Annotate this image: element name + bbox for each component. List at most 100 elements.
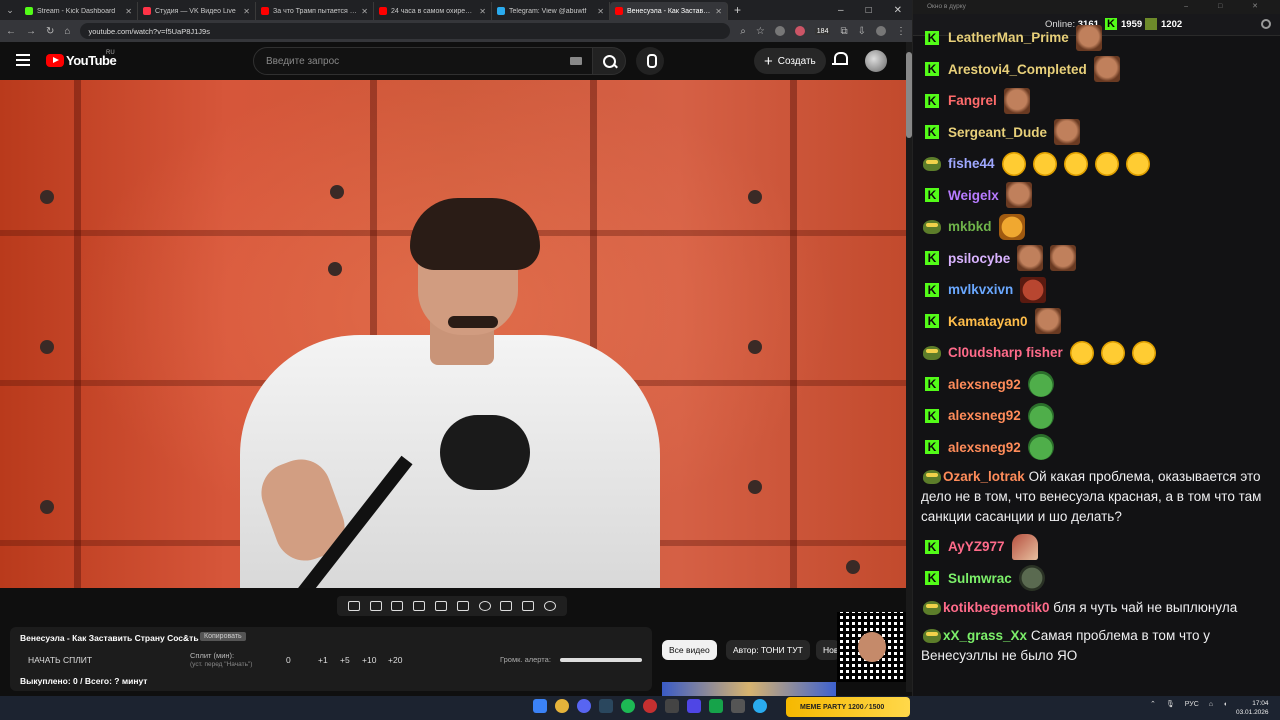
- youtube-logo-icon[interactable]: [46, 54, 64, 67]
- chat-message[interactable]: Ozark_lotrak Ой какая проблема, оказывае…: [921, 463, 1273, 531]
- chat-message[interactable]: K AyYZ977: [921, 531, 1273, 563]
- chat-username[interactable]: xX_grass_Xx: [943, 628, 1027, 643]
- close-window-icon[interactable]: ✕: [894, 5, 902, 16]
- tab-close-icon[interactable]: ✕: [243, 7, 250, 16]
- split-value[interactable]: 0: [286, 655, 291, 665]
- browser-tab[interactable]: 24 часа в самом охиревшем ... ✕: [374, 2, 492, 20]
- browser-tab[interactable]: Stream - Kick Dashboard ✕: [20, 2, 138, 20]
- chat-username[interactable]: kotikbegemotik0: [943, 600, 1050, 615]
- chevron-up-icon[interactable]: ⌃: [1150, 700, 1156, 708]
- tab-close-icon[interactable]: ✕: [479, 7, 486, 16]
- crop-icon[interactable]: [456, 601, 469, 611]
- back-icon[interactable]: ←: [6, 26, 16, 37]
- chat-message[interactable]: Kalexsneg92: [921, 400, 1273, 432]
- chat-username[interactable]: Fangrel: [948, 93, 997, 108]
- chat-message[interactable]: K Sulmwrac: [921, 563, 1273, 595]
- speed-gauge-icon[interactable]: [478, 601, 491, 611]
- url-field[interactable]: youtube.com/watch?v=f5UaP8J1J9s: [80, 23, 731, 39]
- chrome-icon[interactable]: [555, 699, 569, 713]
- app-icon[interactable]: [665, 699, 679, 713]
- tab-close-icon[interactable]: ✕: [361, 7, 368, 16]
- increment-button[interactable]: +10: [362, 655, 376, 665]
- extension-icon[interactable]: [774, 26, 785, 36]
- spotify-icon[interactable]: [621, 699, 635, 713]
- chat-username[interactable]: Weigelx: [948, 188, 999, 203]
- bookmark-star-icon[interactable]: ☆: [756, 26, 765, 37]
- chat-username[interactable]: Kamatayan0: [948, 314, 1028, 329]
- language-indicator[interactable]: РУС: [1185, 701, 1199, 708]
- menu-hamburger-icon[interactable]: [16, 54, 30, 66]
- new-tab-button[interactable]: +: [734, 3, 741, 17]
- broadcast-icon[interactable]: [369, 601, 382, 611]
- steam-icon[interactable]: [599, 699, 613, 713]
- add-icon[interactable]: [500, 601, 513, 611]
- chat-username[interactable]: Cl0udsharp fisher: [948, 345, 1063, 360]
- chat-window-controls[interactable]: – □ ✕: [1184, 2, 1272, 10]
- browser-tab[interactable]: За что Трамп пытается убить В✕: [256, 2, 374, 20]
- search-button[interactable]: [592, 47, 626, 75]
- chat-message[interactable]: K Kamatayan0: [921, 306, 1273, 338]
- extensions-puzzle-icon[interactable]: ⧉: [840, 26, 847, 37]
- app-icon[interactable]: [731, 699, 745, 713]
- download-icon[interactable]: ⇩: [858, 26, 866, 37]
- alert-volume-slider[interactable]: [560, 658, 642, 662]
- voice-search-mic-icon[interactable]: [636, 47, 664, 75]
- chat-username[interactable]: Sergeant_Dude: [948, 125, 1047, 140]
- app-icon[interactable]: [709, 699, 723, 713]
- chat-message[interactable]: Kmvlkvxivn: [921, 274, 1273, 306]
- extension-badge[interactable]: 184: [814, 27, 831, 35]
- volume-icon[interactable]: ◖: [1223, 701, 1227, 708]
- windows-start-icon[interactable]: [533, 699, 547, 713]
- chat-message[interactable]: K Weigelx: [921, 180, 1273, 212]
- chip-all-videos[interactable]: Все видео: [662, 640, 717, 660]
- chat-username[interactable]: mvlkvxivn: [948, 282, 1013, 297]
- chat-message[interactable]: Cl0udsharp fisher: [921, 337, 1273, 369]
- chat-username[interactable]: psilocybe: [948, 251, 1010, 266]
- settings-gear-icon[interactable]: [544, 601, 557, 611]
- increment-button[interactable]: +5: [340, 655, 350, 665]
- chat-message[interactable]: mkbkd: [921, 211, 1273, 243]
- cinema-mode-icon[interactable]: [391, 601, 404, 611]
- chat-message-list[interactable]: K LeatherMan_Prime K Arestovi4_Completed K Fa…: [921, 22, 1273, 682]
- minimize-icon[interactable]: –: [838, 5, 844, 16]
- keyboard-icon[interactable]: [570, 57, 582, 65]
- clapper-icon[interactable]: [413, 601, 426, 611]
- chat-username[interactable]: alexsneg92: [948, 377, 1021, 392]
- chat-username[interactable]: mkbkd: [948, 219, 992, 234]
- chat-message[interactable]: K Arestovi4_Completed: [921, 54, 1273, 86]
- discord-icon[interactable]: [577, 699, 591, 713]
- chat-username[interactable]: Ozark_lotrak: [943, 469, 1025, 484]
- increment-button[interactable]: +1: [318, 655, 328, 665]
- tab-close-icon[interactable]: ✕: [715, 7, 722, 16]
- chat-message[interactable]: K Sergeant_Dude: [921, 117, 1273, 149]
- loop-icon[interactable]: [347, 601, 360, 611]
- chat-message[interactable]: Kpsilocybe: [921, 243, 1273, 275]
- screenshot-camera-icon[interactable]: [522, 601, 535, 611]
- chat-username[interactable]: Sulmwrac: [948, 571, 1012, 586]
- reload-icon[interactable]: ↻: [46, 26, 54, 37]
- search-input[interactable]: Введите запрос: [253, 47, 593, 75]
- copy-button[interactable]: Копировать: [200, 632, 246, 641]
- browser-tab[interactable]: Венесуэла - Как Заставить ...✕: [610, 2, 728, 20]
- chat-username[interactable]: LeatherMan_Prime: [948, 30, 1069, 45]
- chat-username[interactable]: fishe44: [948, 156, 995, 171]
- menu-dots-icon[interactable]: ⋮: [896, 26, 906, 37]
- chat-username[interactable]: alexsneg92: [948, 408, 1021, 423]
- chat-username[interactable]: alexsneg92: [948, 440, 1021, 455]
- video-player[interactable]: [0, 80, 906, 588]
- recommended-thumbnail[interactable]: [662, 682, 836, 696]
- browser-tab[interactable]: Студия — VK Видео Live ✕: [138, 2, 256, 20]
- home-icon[interactable]: ⌂: [64, 26, 70, 37]
- picture-in-picture-icon[interactable]: [435, 601, 448, 611]
- increment-button[interactable]: +20: [388, 655, 402, 665]
- telegram-icon[interactable]: [753, 699, 767, 713]
- chip-author[interactable]: Автор: ТОНИ ТУТ: [726, 640, 810, 660]
- chat-message[interactable]: K Fangrel: [921, 85, 1273, 117]
- chat-message[interactable]: Kalexsneg92: [921, 369, 1273, 401]
- chat-message[interactable]: xX_grass_Xx Самая проблема в том что у В…: [921, 622, 1273, 670]
- maximize-icon[interactable]: □: [866, 5, 872, 16]
- tab-close-icon[interactable]: ✕: [125, 7, 132, 16]
- browser-tab[interactable]: Telegram: View @abuwtf ✕: [492, 2, 610, 20]
- profile-icon[interactable]: [876, 26, 886, 36]
- extension-icon[interactable]: [794, 26, 805, 36]
